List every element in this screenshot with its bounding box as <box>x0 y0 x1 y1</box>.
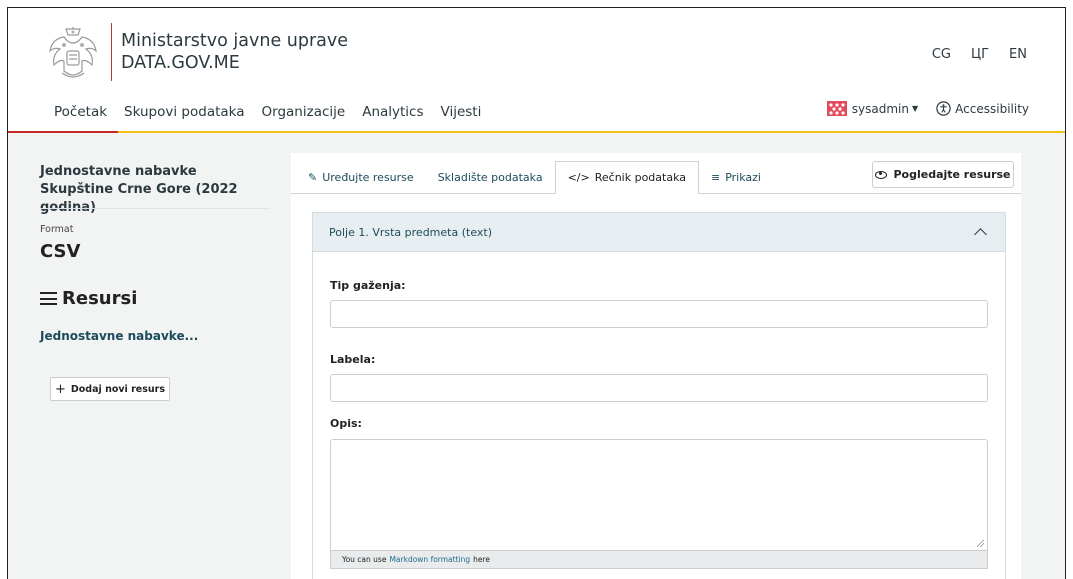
browser-frame: Ministarstvo javne uprave DATA.GOV.ME CG… <box>7 7 1066 579</box>
sidebar-divider <box>40 208 270 209</box>
site-header: Ministarstvo javne uprave DATA.GOV.ME CG… <box>8 8 1065 132</box>
pencil-icon: ✎ <box>308 171 318 184</box>
markdown-hint-prefix: You can use <box>342 555 387 564</box>
user-avatar-icon[interactable] <box>826 101 847 116</box>
tab-data-dictionary[interactable]: </> Rečnik podataka <box>554 161 699 194</box>
tab-label: Uređujte resurse <box>322 171 414 184</box>
nav-item-organizations[interactable]: Organizacije <box>262 104 346 120</box>
caret-down-icon[interactable]: ▼ <box>912 104 918 113</box>
chevron-up-icon[interactable] <box>974 227 987 241</box>
description-textarea[interactable] <box>330 439 988 551</box>
view-resource-label: Pogledajte resurse <box>893 168 1011 181</box>
resource-item-link[interactable]: Jednostavne nabavke... <box>40 329 198 343</box>
lang-cg[interactable]: CG <box>932 47 951 62</box>
tab-views[interactable]: ≡ Prikazi <box>699 161 773 194</box>
field-panel-header[interactable]: Polje 1. Vrsta predmeta (text) <box>313 213 1005 252</box>
format-label: Format <box>40 224 74 235</box>
main-content: ✎ Uređujte resurse Skladište podataka </… <box>291 153 1021 579</box>
resize-handle-icon[interactable] <box>977 540 984 547</box>
tab-label: Rečnik podataka <box>594 171 686 184</box>
nav-item-datasets[interactable]: Skupovi podataka <box>124 104 244 120</box>
tab-edit-resources[interactable]: ✎ Uređujte resurse <box>296 161 426 194</box>
main-nav: Početak Skupovi podataka Organizacije An… <box>54 104 498 120</box>
markdown-formatting-link[interactable]: Markdown formatting <box>389 555 470 564</box>
tab-label: Skladište podataka <box>437 171 543 184</box>
site-name[interactable]: DATA.GOV.ME <box>121 53 240 74</box>
view-resource-button[interactable]: Pogledajte resurse <box>872 161 1014 188</box>
field-panel: Polje 1. Vrsta predmeta (text) Tip gažen… <box>312 212 1006 579</box>
code-icon: </> <box>567 171 590 184</box>
add-resource-button[interactable]: + Dodaj novi resurs <box>50 377 170 401</box>
type-field[interactable] <box>330 300 988 328</box>
resources-heading-label: Resursi <box>62 288 138 309</box>
field-panel-title: Polje 1. Vrsta predmeta (text) <box>329 225 493 239</box>
type-label: Tip gaženja: <box>330 279 406 292</box>
nav-item-home[interactable]: Početak <box>54 104 107 120</box>
resources-heading: Resursi <box>40 288 137 309</box>
add-resource-label: Dodaj novi resurs <box>70 383 166 395</box>
resource-tabs: ✎ Uređujte resurse Skladište podataka </… <box>296 159 773 194</box>
language-switcher: CG ЦГ EN <box>932 47 1027 62</box>
markdown-hint-suffix: here <box>473 555 491 564</box>
chart-icon: ≡ <box>711 171 721 184</box>
lang-cyrillic[interactable]: ЦГ <box>971 47 989 62</box>
label-label: Labela: <box>330 353 376 366</box>
ministry-name[interactable]: Ministarstvo javne uprave <box>121 31 348 52</box>
tab-datastore[interactable]: Skladište podataka <box>426 161 555 194</box>
nav-item-analytics[interactable]: Analytics <box>362 104 423 120</box>
lang-en[interactable]: EN <box>1009 47 1027 62</box>
label-field[interactable] <box>330 374 988 402</box>
coat-of-arms-logo[interactable] <box>44 25 102 81</box>
accessibility-link[interactable]: Accessibility <box>955 102 1029 116</box>
description-label: Opis: <box>330 417 362 430</box>
eye-icon <box>875 170 888 179</box>
format-value: CSV <box>40 241 81 262</box>
header-divider <box>111 23 112 81</box>
user-bar: sysadmin ▼ Accessibility <box>826 101 1029 116</box>
user-name[interactable]: sysadmin <box>852 102 909 116</box>
menu-icon <box>40 292 57 305</box>
plus-icon: + <box>54 381 66 397</box>
accessibility-icon[interactable] <box>936 101 951 116</box>
tab-label: Prikazi <box>725 171 761 184</box>
nav-item-news[interactable]: Vijesti <box>441 104 482 120</box>
markdown-hint: You can use Markdown formatting here <box>330 551 988 569</box>
